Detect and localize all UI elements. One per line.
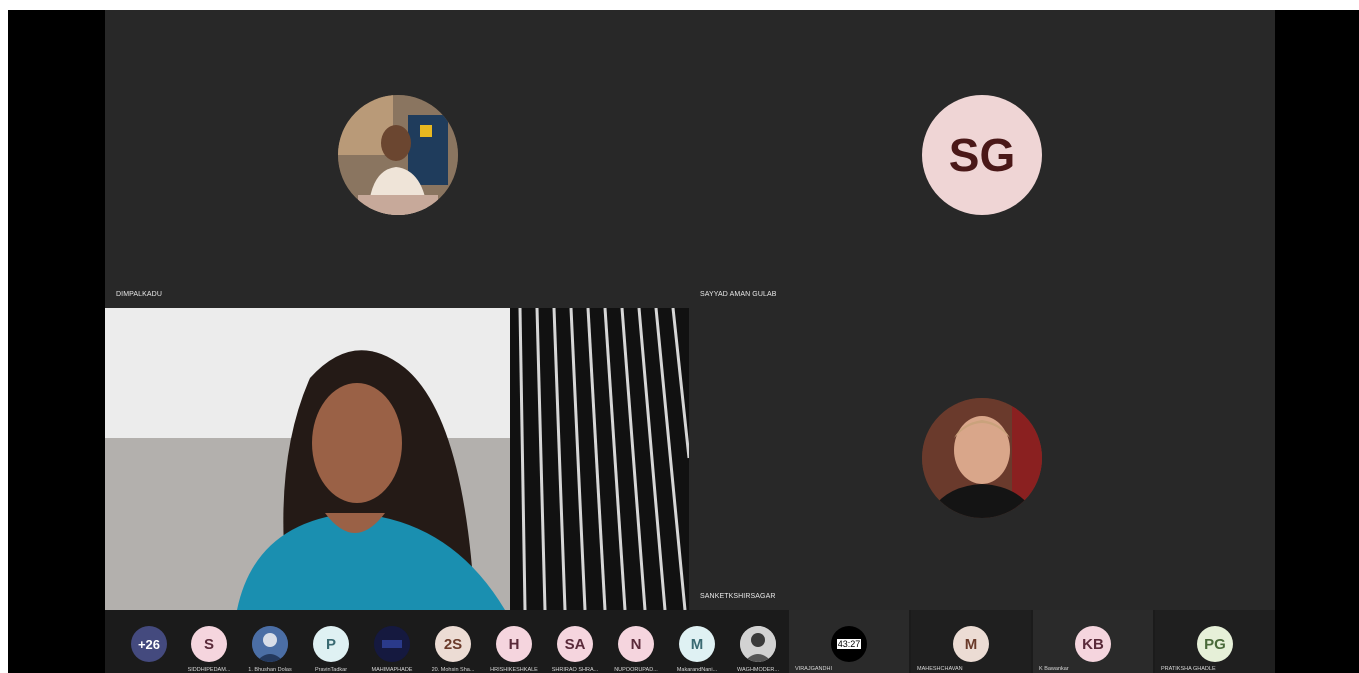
participant-tile-sayyad[interactable]: SG SAYYAD AMAN GULAB xyxy=(689,10,1275,308)
avatar-initials: SG xyxy=(948,129,1016,181)
person-photo-icon xyxy=(740,626,776,662)
participant-chip[interactable]: S xyxy=(191,626,227,662)
person-photo-icon xyxy=(922,398,1042,518)
participant-tile-sanket[interactable]: SANKETKSHIRSAGAR xyxy=(689,308,1275,610)
participant-cell-label: K Bawankar xyxy=(1039,666,1069,672)
participant-chip: PG xyxy=(1197,626,1233,662)
participant-cell-label: PRATIKSHA GHADLE xyxy=(1161,666,1216,672)
participant-photo-avatar xyxy=(338,95,458,215)
participant-name: DIMPALKADU xyxy=(116,291,162,298)
participant-chip: KB xyxy=(1075,626,1111,662)
chip-initials: SA xyxy=(564,635,586,653)
participant-chip-label: PravinTadkar xyxy=(314,667,348,673)
initials-avatar: SG xyxy=(922,95,1042,215)
participant-chip[interactable]: P xyxy=(313,626,349,662)
chip-initials: M xyxy=(690,635,704,653)
participant-chip-label: SHRIRAO SHRA... xyxy=(551,667,599,673)
chip-initials: PG xyxy=(1204,635,1226,653)
participant-chip: M xyxy=(953,626,989,662)
participant-chip-photo[interactable] xyxy=(740,626,776,662)
meeting-window: DIMPALKADU SG SAYYAD AMAN GULAB SANKETKS… xyxy=(8,10,1359,673)
speaker-video-tile[interactable] xyxy=(105,308,689,610)
participant-chip-label: WAGHMODER... xyxy=(737,667,779,673)
participant-name: SANKETKSHIRSAGAR xyxy=(700,593,776,600)
participant-chip-label: NUPOORUPAD... xyxy=(614,667,658,673)
participant-chip-label: MakarandNani... xyxy=(676,667,718,673)
participant-chip[interactable]: N xyxy=(618,626,654,662)
participant-cell[interactable]: PG PRATIKSHA GHADLE xyxy=(1155,610,1275,673)
participant-photo-avatar xyxy=(922,398,1042,518)
participant-cell[interactable]: 43:27 VIRAJGANDHI xyxy=(789,610,909,673)
overflow-count: +26 xyxy=(137,636,161,652)
participant-chip-label: 1. Bhushan Dolas xyxy=(248,667,292,673)
participant-chip-label: SIDDHIPEDAM... xyxy=(187,667,231,673)
participant-chip-label: MAHIMAPHADE xyxy=(371,667,413,673)
chip-initials: N xyxy=(630,635,642,653)
timer-text: 43:27 xyxy=(836,639,862,649)
participant-cell[interactable]: KB K Bawankar xyxy=(1033,610,1153,673)
participant-strip: +26 S SIDDHIPEDAM... 1. Bhushan Dolas P … xyxy=(105,610,1275,673)
person-photo-icon xyxy=(338,95,458,215)
chip-initials: 2S xyxy=(443,635,463,653)
participant-name: SAYYAD AMAN GULAB xyxy=(700,291,777,298)
participant-chip[interactable]: M xyxy=(679,626,715,662)
photo-icon xyxy=(374,626,410,662)
participant-tile-dimpalkadu[interactable]: DIMPALKADU xyxy=(105,10,689,308)
participant-chip-label: 20. Mohsin Sha... xyxy=(431,667,475,673)
participant-cell[interactable]: M MAHESHCHAVAN xyxy=(911,610,1031,673)
participant-cell-label: VIRAJGANDHI xyxy=(795,666,832,672)
participant-chip[interactable]: SA xyxy=(557,626,593,662)
participant-chip[interactable]: H xyxy=(496,626,532,662)
chip-initials: KB xyxy=(1082,635,1104,653)
participant-chip-photo[interactable] xyxy=(252,626,288,662)
participant-chip[interactable]: 2S xyxy=(435,626,471,662)
person-photo-icon xyxy=(252,626,288,662)
chip-initials: P xyxy=(325,635,336,653)
chip-initials: S xyxy=(203,635,214,653)
speaker-video-frame xyxy=(105,308,689,610)
participant-chip: 43:27 xyxy=(831,626,867,662)
chip-initials: M xyxy=(964,635,978,653)
video-grid: DIMPALKADU SG SAYYAD AMAN GULAB SANKETKS… xyxy=(105,10,1275,673)
more-participants-button[interactable]: +26 xyxy=(131,626,167,662)
participant-cell-label: MAHESHCHAVAN xyxy=(917,666,963,672)
chip-initials: H xyxy=(508,635,520,653)
participant-chip-label: HRISHIKESHKALE xyxy=(490,667,538,673)
participant-chip-photo[interactable] xyxy=(374,626,410,662)
